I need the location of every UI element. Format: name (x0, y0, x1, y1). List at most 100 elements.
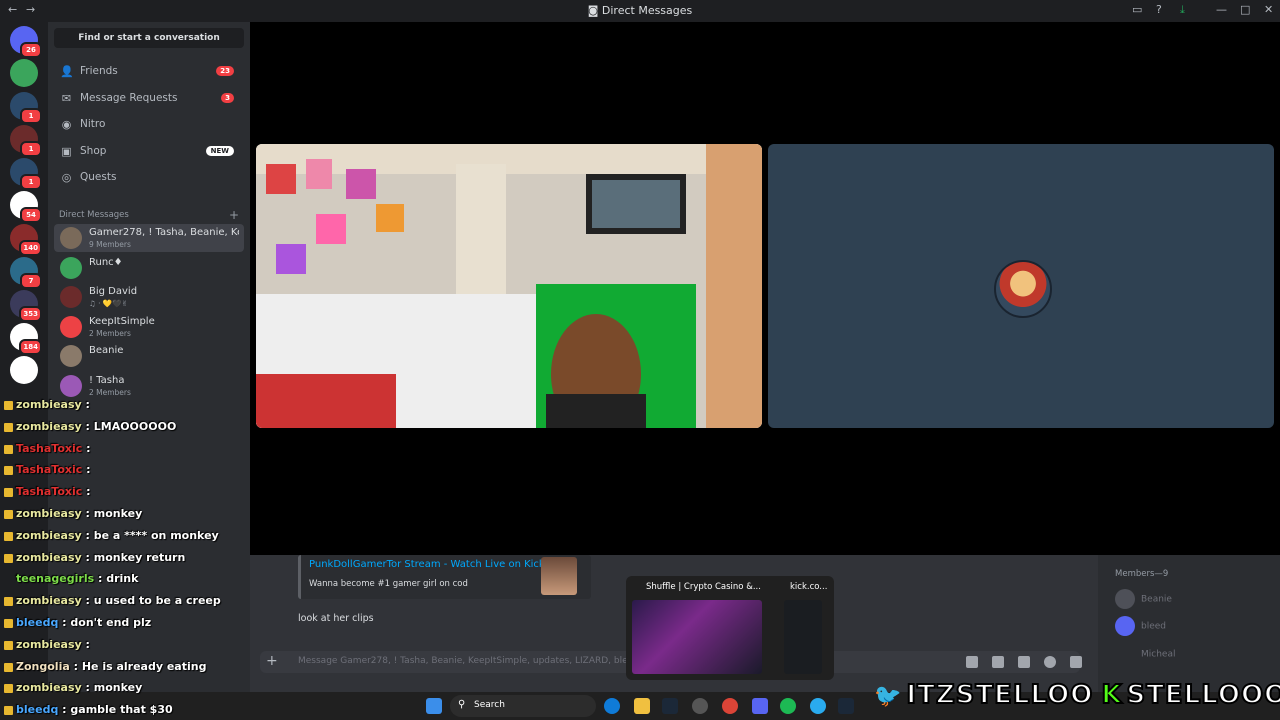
taskbar-search[interactable]: ⚲ Search (450, 695, 596, 717)
spotify-icon[interactable] (780, 698, 796, 714)
dm-subtitle: 9 Members (89, 240, 131, 249)
chat-separator: : (81, 681, 94, 695)
chat-username: TashaToxic (16, 485, 83, 499)
server-icon[interactable]: 54 (10, 191, 42, 223)
gif-icon[interactable] (992, 656, 1004, 668)
chat-username: zombieasy (16, 681, 82, 695)
nav-item-message-requests[interactable]: ✉ Message Requests 3 (54, 87, 244, 111)
discord-taskbar-icon[interactable] (752, 698, 768, 714)
app-icon[interactable] (692, 698, 708, 714)
stream-chat-line: bleedq : don't end plz (4, 616, 151, 629)
server-icon[interactable]: 353 (10, 290, 42, 322)
preview-thumbnail-right[interactable] (784, 600, 822, 674)
nav-label: Quests (80, 171, 117, 183)
dm-name: Beanie (89, 345, 124, 356)
edge-icon[interactable] (604, 698, 620, 714)
dm-item[interactable]: KeepItSimple 2 Members (54, 313, 244, 341)
webcam-tile[interactable] (256, 144, 762, 428)
preview-title-left[interactable]: Shuffle | Crypto Casino &... (646, 582, 761, 592)
friends-icon: 👤 (60, 65, 74, 78)
chat-text: monkey return (93, 550, 186, 564)
message-input[interactable]: Message Gamer278, ! Tasha, Beanie, KeepI… (298, 656, 638, 666)
server-icon[interactable]: 1 (10, 92, 42, 124)
nav-label: Shop (80, 144, 107, 157)
stream-chat-line: Zongolia : He is already eating (4, 660, 206, 673)
avatar (1115, 589, 1135, 609)
apps-icon[interactable] (1070, 656, 1082, 668)
attach-plus-icon[interactable]: + (266, 653, 278, 669)
server-badge: 26 (20, 42, 42, 58)
stream-chat-line: teenagegirls : drink (4, 572, 138, 585)
preview-thumbnail-left[interactable] (632, 600, 762, 674)
nav-item-friends[interactable]: 👤 Friends 23 (54, 60, 244, 84)
dm-name: ! Tasha (89, 374, 125, 386)
nav-item-shop[interactable]: ▣ Shop NEW (54, 140, 244, 164)
server-icon[interactable]: 140 (10, 224, 42, 256)
chat-text: He is already eating (81, 659, 207, 673)
file-explorer-icon[interactable] (634, 698, 650, 714)
server-icon[interactable]: 26 (10, 26, 42, 58)
server-icon[interactable]: 7 (10, 257, 42, 289)
stream-chat-line: zombieasy : monkey (4, 681, 142, 694)
find-conversation-button[interactable]: Find or start a conversation (54, 28, 244, 48)
telegram-icon[interactable] (810, 698, 826, 714)
close-button[interactable]: ✕ (1264, 3, 1273, 16)
server-badge: 7 (20, 273, 42, 289)
gift-icon[interactable] (966, 656, 978, 668)
webcam-feed (256, 144, 762, 428)
chat-badge-icon (4, 488, 13, 498)
shop-icon: ▣ (61, 144, 72, 158)
dm-section-header: Direct Messages (59, 210, 129, 220)
nav-item-quests[interactable]: ◎ Quests (54, 166, 244, 190)
embed-thumbnail[interactable] (541, 557, 577, 595)
inbox-icon[interactable]: ▭ (1132, 3, 1142, 16)
server-icon[interactable]: 1 (10, 158, 42, 190)
count-badge: 23 (216, 66, 234, 76)
chat-username: zombieasy (16, 637, 82, 651)
dm-name: Big David (89, 286, 138, 297)
twitter-icon: 🐦 (873, 683, 903, 710)
stream-chat-line: zombieasy : u used to be a creep (4, 594, 221, 607)
steam-icon-2[interactable] (838, 698, 854, 714)
participant-tile[interactable] (768, 144, 1274, 428)
chat-text: u used to be a creep (93, 594, 221, 608)
member-item[interactable]: Beanie (1115, 589, 1172, 609)
chat-username: zombieasy (16, 594, 82, 608)
download-icon[interactable]: ⤓ (1180, 3, 1185, 17)
server-icon[interactable] (10, 356, 38, 384)
chat-badge-icon (4, 662, 13, 672)
sticker-icon[interactable] (1018, 656, 1030, 668)
nav-item-nitro[interactable]: ◉ Nitro (54, 113, 244, 137)
avatar (60, 227, 82, 249)
dm-item[interactable]: Beanie (54, 342, 244, 370)
steam-icon[interactable] (662, 698, 678, 714)
member-name: Micheal (1141, 649, 1176, 660)
emoji-icon[interactable] (1044, 656, 1056, 668)
start-icon[interactable] (426, 698, 442, 714)
dm-item[interactable]: ! Tasha 2 Members (54, 372, 244, 400)
chat-username: zombieasy (16, 398, 82, 411)
preview-title-right[interactable]: kick.co... (790, 582, 827, 592)
maximize-button[interactable]: □ (1240, 3, 1250, 16)
twitter-handle: ITZSTELLOO (905, 679, 1094, 711)
nav-label: Friends (80, 65, 118, 77)
help-icon[interactable]: ? (1156, 3, 1162, 16)
server-icon[interactable] (10, 59, 38, 87)
member-item[interactable]: bleed (1115, 616, 1166, 636)
dm-item[interactable]: Gamer278, ! Tasha, Beanie, Kee... 9 Membe… (54, 224, 244, 252)
member-item[interactable]: Micheal (1115, 644, 1175, 664)
chat-badge-icon (4, 706, 13, 716)
server-icon[interactable]: 1 (10, 125, 42, 157)
chrome-icon[interactable] (722, 698, 738, 714)
dm-item[interactable]: Runc♦ (54, 254, 244, 282)
stream-chat-overlay: zombieasy : zombieasy : LMAOOOOOO TashaTo… (0, 398, 250, 720)
minimize-button[interactable]: — (1216, 3, 1227, 16)
embed-title-link[interactable]: PunkDollGamerTor Stream - Watch Live on … (309, 559, 545, 570)
chat-text: LMAOOOOOO (93, 419, 177, 433)
create-dm-icon[interactable]: + (229, 208, 239, 222)
chat-separator: : (81, 550, 94, 564)
stream-chat-line: TashaToxic : (4, 485, 91, 498)
server-icon[interactable]: 184 (10, 323, 42, 355)
dm-item[interactable]: Big David ♫ · 💛🖤✌ (54, 283, 244, 311)
window-title-text: Direct Messages (601, 4, 693, 17)
